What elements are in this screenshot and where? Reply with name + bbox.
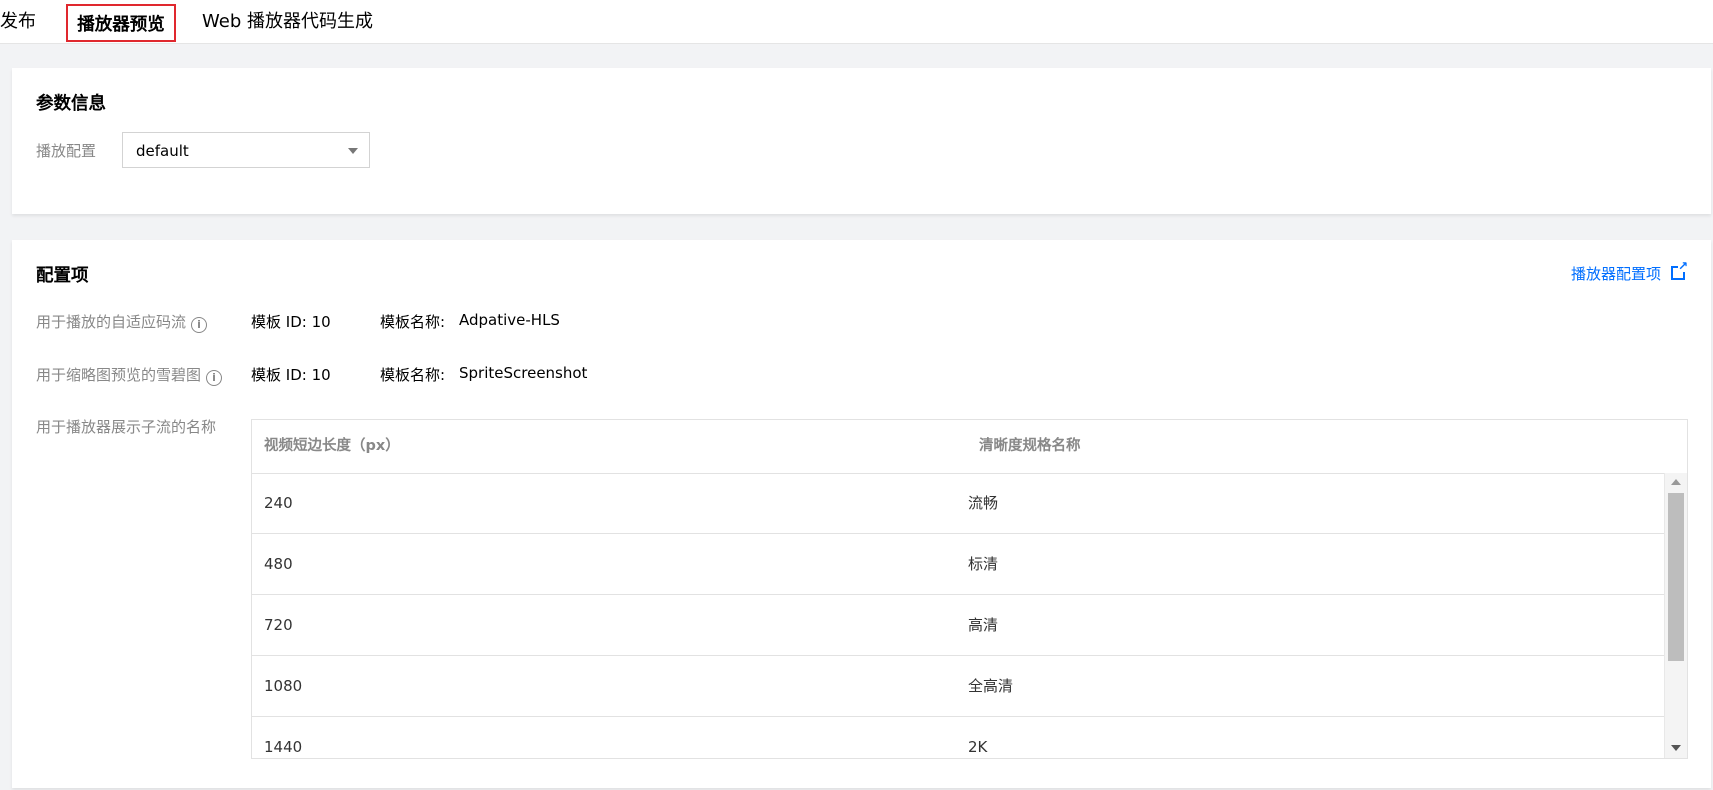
external-link-icon [1671, 260, 1688, 280]
config-card: 配置项 播放器配置项 用于播放的自适应码流i 模板 ID: 10 模板名称: A… [12, 240, 1711, 788]
substream-table: 视频短边长度（px） 清晰度规格名称 240 流畅 480 标清 720 高清 … [251, 419, 1688, 759]
config-title: 配置项 [36, 266, 89, 286]
params-card: 参数信息 播放配置 default [12, 68, 1711, 214]
table-body[interactable]: 240 流畅 480 标清 720 高清 1080 全高清 1440 2K [252, 473, 1666, 758]
sprite-label: 用于缩略图预览的雪碧图 i [36, 364, 223, 386]
player-config-link-label: 播放器配置项 [1570, 265, 1661, 283]
table-row: 1080 全高清 [252, 656, 1666, 717]
cell-short-side: 1080 [264, 677, 303, 695]
tab-player-preview[interactable]: 播放器预览 [66, 4, 176, 42]
params-title: 参数信息 [36, 94, 106, 114]
scroll-thumb[interactable] [1668, 493, 1684, 661]
cell-short-side: 480 [264, 555, 293, 573]
tab-web-player-code[interactable]: Web 播放器代码生成 [202, 0, 373, 43]
scroll-down-icon[interactable] [1671, 745, 1681, 751]
tab-publish[interactable]: 频发布 [0, 0, 36, 43]
cell-definition-name: 2K [968, 738, 988, 756]
column-header-short-side: 视频短边长度（px） [264, 438, 400, 454]
table-row: 480 标清 [252, 534, 1666, 595]
cell-definition-name: 高清 [968, 616, 999, 634]
adaptive-stream-label: 用于播放的自适应码流 i [36, 311, 208, 333]
info-icon[interactable]: i [191, 317, 208, 333]
cell-definition-name: 标清 [968, 555, 999, 573]
column-header-definition-name: 清晰度规格名称 [979, 438, 1081, 454]
cell-definition-name: 全高清 [968, 677, 1014, 695]
table-row: 1440 2K [252, 717, 1666, 758]
adaptive-template-name: Adpative-HLS [459, 311, 560, 329]
info-icon[interactable]: i [206, 370, 223, 386]
substream-label: 用于播放器展示子流的名称 [36, 418, 217, 436]
adaptive-stream-label-text: 用于播放的自适应码流 [36, 313, 187, 331]
tab-bar: 频发布 播放器预览 Web 播放器代码生成 [0, 0, 1713, 44]
sprite-template-id: 模板 ID: 10 [251, 366, 331, 384]
player-config-link[interactable]: 播放器配置项 [1570, 260, 1688, 284]
table-row: 240 流畅 [252, 473, 1666, 534]
sprite-label-text: 用于缩略图预览的雪碧图 [36, 366, 202, 384]
table-row: 720 高清 [252, 595, 1666, 656]
sprite-template-name: SpriteScreenshot [459, 364, 588, 382]
table-scrollbar[interactable] [1664, 473, 1687, 758]
play-config-value: default [136, 142, 189, 160]
sprite-template-name-label: 模板名称: [380, 366, 446, 384]
table-header: 视频短边长度（px） 清晰度规格名称 [252, 420, 1687, 474]
play-config-label: 播放配置 [36, 142, 97, 160]
chevron-down-icon [348, 148, 358, 154]
cell-short-side: 720 [264, 616, 293, 634]
cell-definition-name: 流畅 [968, 494, 999, 512]
scroll-up-icon[interactable] [1671, 479, 1681, 485]
adaptive-template-id: 模板 ID: 10 [251, 313, 331, 331]
cell-short-side: 240 [264, 494, 293, 512]
adaptive-template-name-label: 模板名称: [380, 313, 446, 331]
play-config-select[interactable]: default [122, 132, 370, 168]
cell-short-side: 1440 [264, 738, 303, 756]
